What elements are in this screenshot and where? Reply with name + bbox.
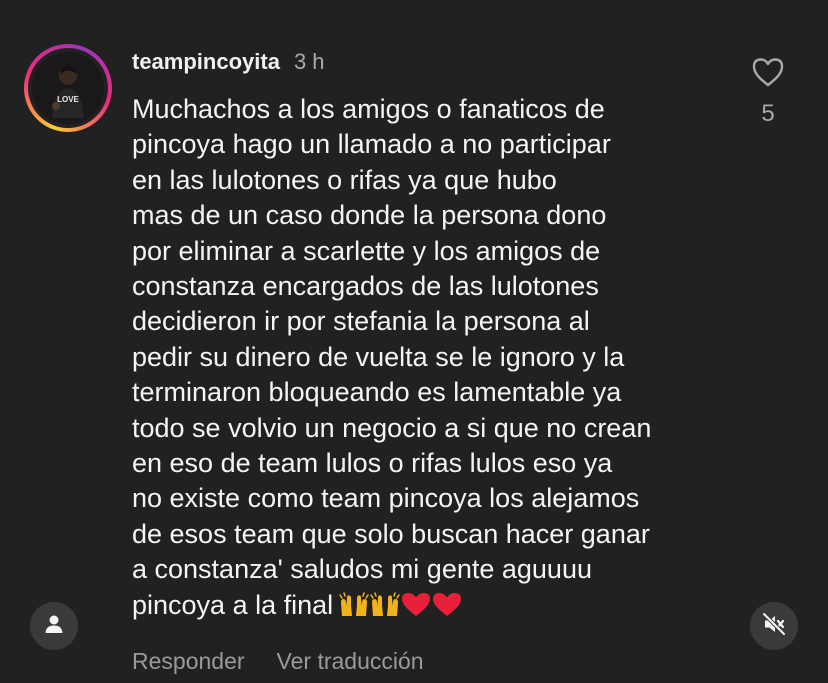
like-button[interactable] (746, 56, 790, 93)
profile-button[interactable] (30, 602, 78, 650)
mute-toggle-button[interactable] (750, 602, 798, 650)
like-count: 5 (761, 100, 775, 127)
comment-header: teampincoyita 3 h (132, 49, 325, 79)
comment-line: en las lulotones o rifas ya que hubo (132, 164, 557, 195)
translate-button[interactable]: Ver traducción (277, 648, 424, 675)
emoji-group (339, 591, 462, 618)
comment-line: decidieron ir por stefania la persona al (132, 306, 590, 337)
svg-text:LOVE: LOVE (57, 95, 79, 104)
avatar-photo: LOVE (32, 52, 104, 124)
comment-line: pedir su dinero de vuelta se le ignoro y… (132, 341, 625, 372)
raising-hands-emoji (339, 591, 369, 618)
comment-text: Muchachos a los amigos o fanaticos de pi… (132, 92, 732, 623)
comment-actions: Responder Ver traducción (132, 648, 424, 675)
comment-line: por eliminar a scarlette y los amigos de (132, 235, 601, 266)
comment-line: pincoya hago un llamado a no participar (132, 129, 611, 160)
comment-time: 3 h (293, 49, 325, 74)
comment-line: todo se volvio un negocio a si que no cr… (132, 412, 652, 443)
comment-line: pincoya a la final (132, 589, 334, 620)
raising-hands-emoji (370, 591, 400, 618)
comment-line: a constanza' saludos mi gente aguuuu (132, 554, 592, 585)
username[interactable]: teampincoyita (132, 49, 280, 75)
comment-line: Muchachos a los amigos o fanaticos de (132, 94, 605, 124)
comment-line: no existe como team pincoya los alejamos (132, 483, 640, 514)
red-heart-emoji (432, 592, 462, 618)
comment-line: en eso de team lulos o rifas lulos eso y… (132, 448, 613, 479)
heart-outline-icon (751, 58, 785, 92)
comment-line: constanza encargados de las lulotones (132, 271, 599, 302)
reply-button[interactable]: Responder (132, 648, 245, 675)
comment-line: de esos team que solo buscan hacer ganar (132, 518, 650, 549)
comment-line: mas de un caso donde la persona dono (132, 200, 607, 231)
comment-line: terminaron bloqueando es lamentable ya (132, 377, 622, 408)
avatar[interactable]: LOVE (24, 44, 112, 132)
speaker-muted-icon (761, 611, 787, 642)
person-icon (43, 613, 65, 640)
avatar-person-silhouette: LOVE (32, 52, 104, 124)
red-heart-emoji (401, 592, 431, 618)
